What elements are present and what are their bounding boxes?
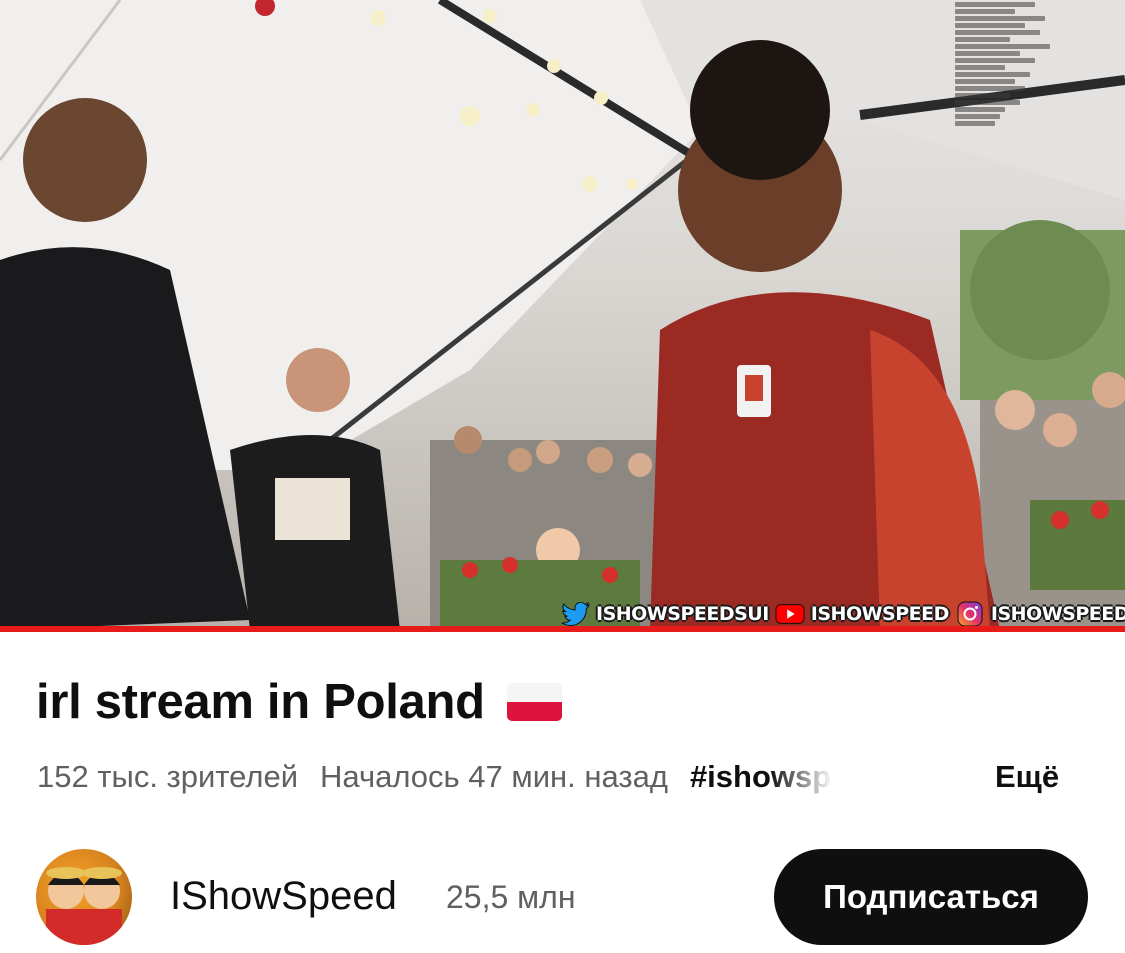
channel-name[interactable]: IShowSpeed: [170, 874, 397, 919]
instagram-handle: ISHOWSPEED: [990, 603, 1125, 625]
live-progress-bar[interactable]: [0, 626, 1125, 632]
video-player[interactable]: ISHOWSPEEDSUI ISHOWSPEED ISHOWSPEED: [0, 0, 1125, 632]
viewer-count: 152 тыс. зрителей: [37, 759, 299, 794]
stream-title[interactable]: irl stream in Poland: [36, 674, 562, 730]
youtube-icon: [775, 601, 805, 627]
show-more-button[interactable]: Ещё: [995, 757, 1059, 797]
instagram-icon: [955, 601, 985, 627]
stream-title-text: irl stream in Poland: [36, 675, 485, 729]
subscribe-button[interactable]: Подписаться: [774, 849, 1088, 945]
hashtag-link[interactable]: #ishowspeed: [690, 759, 840, 795]
subscriber-count: 25,5 млн: [446, 879, 576, 915]
live-chat-overlay: [955, 0, 1065, 175]
poland-flag-icon: [506, 683, 562, 721]
stream-metadata[interactable]: 152 тыс. зрителей Началось 47 мин. назад…: [37, 757, 840, 797]
twitter-handle: ISHOWSPEEDSUI: [596, 603, 769, 625]
avatar-illustration: [46, 867, 122, 945]
youtube-handle: ISHOWSPEED: [810, 603, 950, 625]
twitter-icon: [560, 601, 590, 627]
channel-avatar[interactable]: [36, 849, 132, 945]
stream-start-time: Началось 47 мин. назад: [320, 759, 668, 794]
